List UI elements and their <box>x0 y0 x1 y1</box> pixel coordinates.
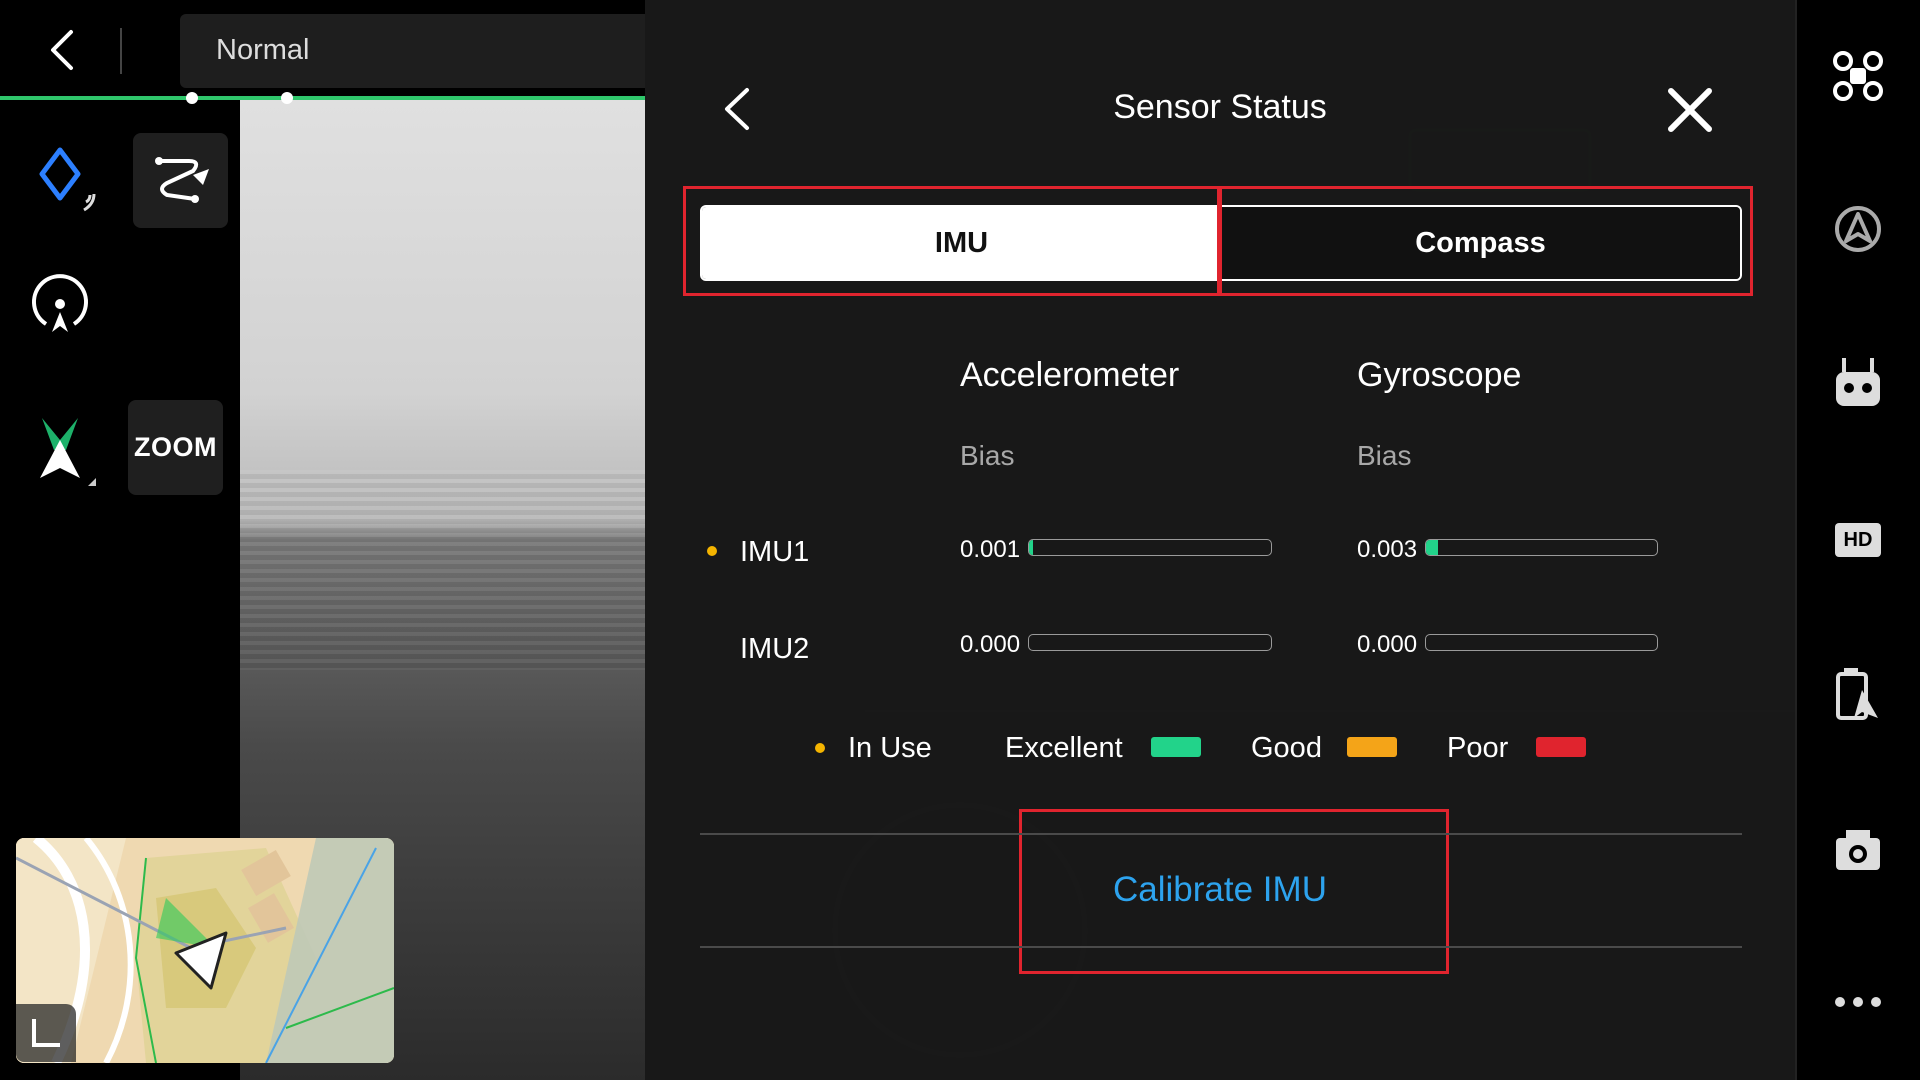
accelerometer-header: Accelerometer <box>960 356 1180 394</box>
camera-icon <box>1836 830 1880 870</box>
legend-poor-swatch <box>1536 737 1586 757</box>
legend-excellent-swatch <box>1151 737 1201 757</box>
target-location-icon <box>32 274 88 332</box>
legend-good-label: Good <box>1251 732 1322 764</box>
close-icon <box>1668 88 1712 132</box>
imu2-accel-bar <box>1028 634 1272 651</box>
map-expand-button[interactable] <box>16 1004 76 1062</box>
dialog-close-button[interactable] <box>1662 82 1718 138</box>
more-icon <box>1835 997 1881 1007</box>
expand-corner-icon <box>32 1019 60 1047</box>
progress-marker[interactable] <box>186 92 198 104</box>
legend-poor-label: Poor <box>1447 732 1509 764</box>
imu2-gyro-value: 0.000 <box>1357 631 1418 658</box>
legend-in-use-dot <box>815 743 825 753</box>
divider <box>120 28 122 74</box>
dialog-title: Sensor Status <box>1113 88 1327 126</box>
obstacle-avoidance-icon <box>1835 206 1881 252</box>
back-button[interactable] <box>40 24 84 76</box>
waypoint-mode-button[interactable] <box>30 140 110 220</box>
camera-feed-texture <box>240 470 645 670</box>
gyroscope-bias-label: Bias <box>1357 440 1412 471</box>
video-transmission-button[interactable]: HD <box>1830 512 1886 568</box>
drone-icon <box>1833 51 1883 101</box>
imu1-accel-bar-fill <box>1029 540 1033 555</box>
zoom-label: ZOOM <box>134 432 217 462</box>
progress-line <box>0 96 645 100</box>
target-location-button[interactable] <box>26 272 94 340</box>
legend-in-use-label: In Use <box>848 732 932 764</box>
imu2-label: IMU2 <box>740 633 810 665</box>
imu1-accel-bar <box>1028 539 1272 556</box>
in-use-indicator <box>707 546 717 556</box>
left-panel: Normal ZOOM <box>0 0 645 1080</box>
dialog-back-button[interactable] <box>712 80 762 138</box>
hd-icon: HD <box>1835 523 1881 557</box>
route-button[interactable] <box>133 133 228 228</box>
return-home-icon <box>40 418 96 486</box>
zoom-button[interactable]: ZOOM <box>128 400 223 495</box>
route-path-icon <box>154 156 209 203</box>
accelerometer-bias-label: Bias <box>960 440 1015 471</box>
legend-excellent-label: Excellent <box>1005 732 1123 764</box>
waypoint-diamond-icon <box>39 147 96 212</box>
chevron-left-icon <box>51 30 73 70</box>
imu1-gyro-value: 0.003 <box>1357 536 1418 563</box>
legend-good-swatch <box>1347 737 1397 757</box>
return-home-button[interactable] <box>26 410 110 494</box>
aircraft-settings-button[interactable] <box>1830 48 1886 104</box>
imu1-accel-value: 0.001 <box>960 536 1021 563</box>
battery-icon <box>1836 668 1878 720</box>
camera-settings-button[interactable] <box>1830 822 1886 878</box>
imu2-gyro-bar <box>1425 634 1658 651</box>
obstacle-avoidance-button[interactable] <box>1830 201 1886 257</box>
highlight-box <box>683 186 1222 296</box>
progress-marker[interactable] <box>281 92 293 104</box>
divider <box>700 946 1742 948</box>
flight-mode-label: Normal <box>216 34 310 66</box>
imu2-accel-value: 0.000 <box>960 631 1021 658</box>
calibrate-imu-button[interactable]: Calibrate IMU <box>1030 862 1410 918</box>
battery-button[interactable] <box>1830 666 1886 722</box>
more-button[interactable] <box>1830 974 1886 1030</box>
imu1-gyro-bar-fill <box>1426 540 1438 555</box>
highlight-box <box>1217 186 1753 296</box>
divider <box>700 833 1742 835</box>
gyroscope-header: Gyroscope <box>1357 356 1522 394</box>
remote-controller-button[interactable] <box>1830 356 1886 412</box>
imu1-gyro-bar <box>1425 539 1658 556</box>
imu1-label: IMU1 <box>740 536 810 568</box>
remote-controller-icon <box>1836 358 1880 406</box>
chevron-left-icon <box>725 88 749 130</box>
